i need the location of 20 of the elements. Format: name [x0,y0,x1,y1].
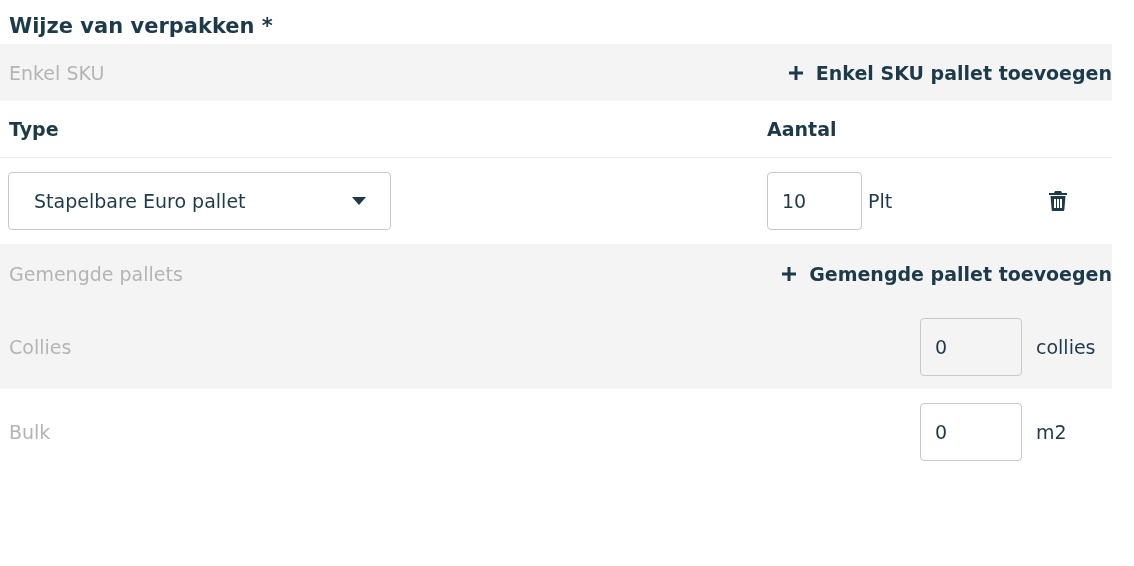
amount-field[interactable]: 10 [767,172,862,230]
unit-label: collies [1035,335,1097,358]
quantity-field[interactable]: 0 [920,402,1022,461]
type-dropdown[interactable]: Stapelbare Euro pallet [8,172,391,230]
quantity-label: Collies [9,335,73,358]
section-label: Enkel SKU [9,61,105,84]
unit-label: Plt [868,190,893,212]
caret-icon [352,197,366,205]
section-title: Wijze van verpakken * [8,13,274,40]
add-pallet-button[interactable]: Enkel SKU pallet toevoegen [787,61,1112,84]
column-header: Type [9,118,60,140]
quantity-label: Bulk [9,420,52,443]
unit-label: m2 [1035,420,1068,443]
quantity-field[interactable]: 0 [920,317,1022,376]
add-pallet-button[interactable]: Gemengde pallet toevoegen [781,263,1112,285]
section-label: Gemengde pallets [9,263,183,285]
plus-icon [781,266,798,282]
column-header: Aantal [767,118,837,140]
plus-icon [787,64,804,81]
trash-icon[interactable] [1049,191,1067,211]
